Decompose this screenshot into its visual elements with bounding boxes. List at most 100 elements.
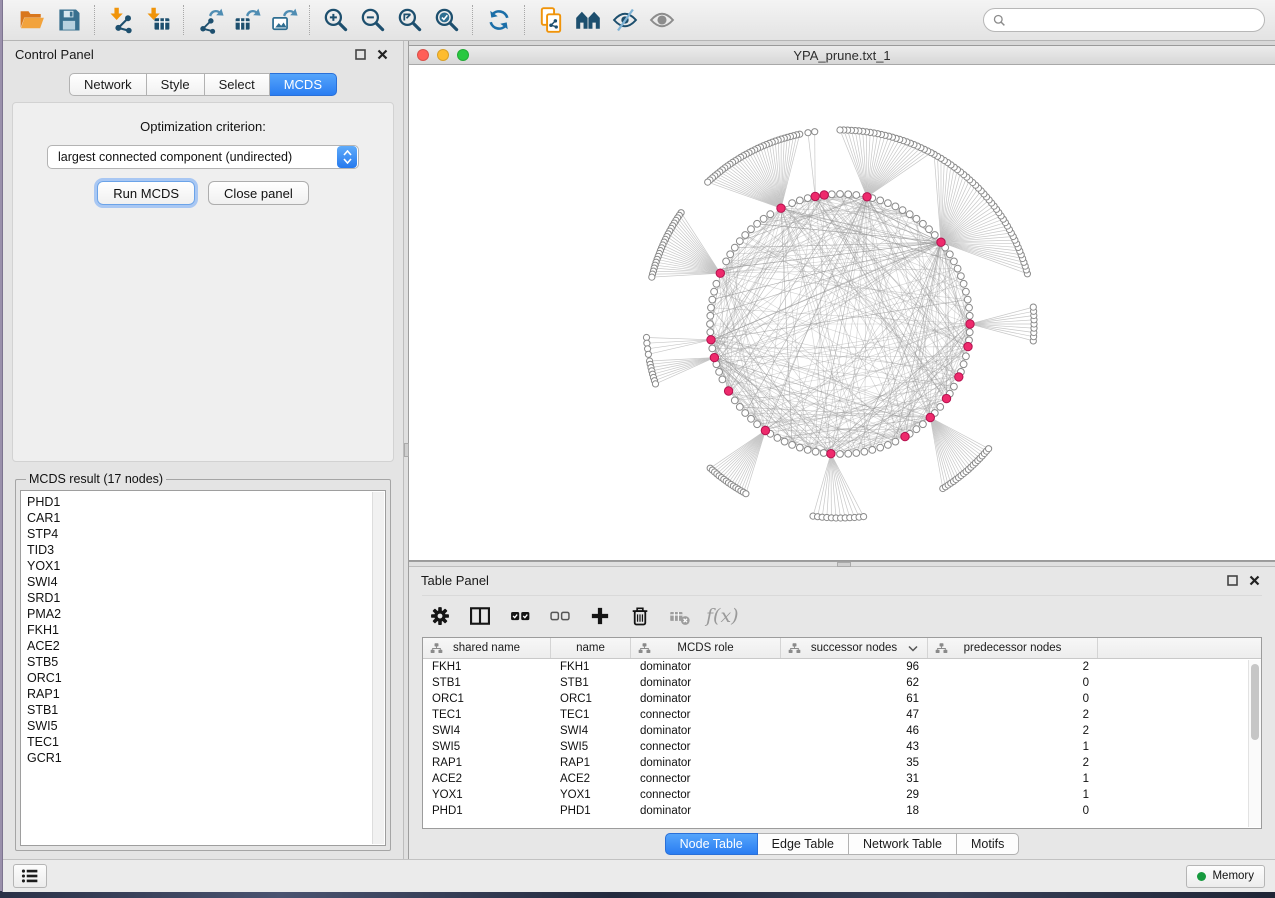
table-row[interactable]: TEC1TEC1connector472 (423, 707, 1261, 723)
splitter-grip[interactable] (837, 562, 851, 567)
network-node[interactable] (645, 351, 651, 357)
network-node[interactable] (869, 447, 876, 454)
network-node[interactable] (885, 200, 892, 207)
network-node[interactable] (774, 435, 781, 442)
mcds-result-item[interactable]: RAP1 (27, 686, 385, 702)
list-scrollbar[interactable] (372, 492, 384, 844)
network-node[interactable] (906, 211, 913, 218)
column-header-MCDS-role[interactable]: MCDS role (631, 638, 781, 658)
mcds-result-item[interactable]: TEC1 (27, 734, 385, 750)
tab-style[interactable]: Style (147, 73, 205, 96)
network-node[interactable] (812, 129, 818, 135)
network-node[interactable] (708, 304, 715, 311)
network-node[interactable] (926, 226, 933, 233)
mcds-result-item[interactable]: TID3 (27, 542, 385, 558)
network-node[interactable] (837, 191, 844, 198)
mcds-result-item[interactable]: FKH1 (27, 622, 385, 638)
network-hub-node[interactable] (820, 191, 828, 199)
delete-table-button[interactable] (662, 600, 697, 632)
run-mcds-button[interactable]: Run MCDS (97, 181, 195, 205)
network-node[interactable] (913, 426, 920, 433)
network-node[interactable] (705, 179, 711, 185)
table-row[interactable]: PHD1PHD1dominator180 (423, 803, 1261, 819)
network-node[interactable] (960, 280, 967, 287)
network-node[interactable] (964, 296, 971, 303)
network-node[interactable] (837, 451, 844, 458)
network-node[interactable] (877, 444, 884, 451)
mcds-result-item[interactable]: GCR1 (27, 750, 385, 766)
table-row[interactable]: STB1STB1dominator620 (423, 675, 1261, 691)
column-header-name[interactable]: name (551, 638, 631, 658)
scrollbar-thumb[interactable] (1251, 664, 1259, 740)
mcds-result-item[interactable]: CAR1 (27, 510, 385, 526)
network-node[interactable] (736, 404, 743, 411)
network-hub-node[interactable] (716, 269, 724, 277)
show-task-history-button[interactable] (13, 864, 47, 888)
table-row[interactable]: SWI5SWI5connector431 (423, 739, 1261, 755)
mcds-result-item[interactable]: STB1 (27, 702, 385, 718)
network-node[interactable] (709, 296, 716, 303)
network-node[interactable] (781, 438, 788, 445)
network-node[interactable] (754, 421, 761, 428)
network-hub-node[interactable] (942, 394, 950, 402)
close-table-panel-button[interactable] (1245, 571, 1263, 589)
column-header-successor-nodes[interactable]: successor nodes (781, 638, 928, 658)
network-node[interactable] (963, 288, 970, 295)
network-node[interactable] (920, 421, 927, 428)
table-row[interactable]: RAP1RAP1dominator352 (423, 755, 1261, 771)
export-image-button[interactable] (265, 3, 302, 37)
mcds-result-item[interactable]: YOX1 (27, 558, 385, 574)
mcds-result-item[interactable]: SWI5 (27, 718, 385, 734)
network-node[interactable] (760, 215, 767, 222)
network-node[interactable] (748, 415, 755, 422)
network-hub-node[interactable] (707, 336, 715, 344)
save-session-button[interactable] (50, 3, 87, 37)
mcds-result-item[interactable]: SWI4 (27, 574, 385, 590)
splitter-grip[interactable] (404, 443, 409, 457)
network-hub-node[interactable] (901, 432, 909, 440)
network-node[interactable] (804, 447, 811, 454)
network-hub-node[interactable] (955, 373, 963, 381)
vertical-splitter[interactable] (403, 41, 409, 859)
network-node[interactable] (892, 203, 899, 210)
close-panel-button-mcds[interactable]: Close panel (208, 181, 309, 205)
memory-button[interactable]: Memory (1186, 865, 1265, 888)
network-node[interactable] (861, 448, 868, 455)
network-node[interactable] (954, 265, 961, 272)
network-node[interactable] (951, 258, 958, 265)
zoom-out-button[interactable] (354, 3, 391, 37)
table-row[interactable]: SWI4SWI4dominator462 (423, 723, 1261, 739)
network-node[interactable] (707, 312, 714, 319)
tab-select[interactable]: Select (205, 73, 270, 96)
network-node[interactable] (966, 304, 973, 311)
network-node[interactable] (789, 200, 796, 207)
network-hub-node[interactable] (937, 238, 945, 246)
network-node[interactable] (652, 381, 658, 387)
network-node[interactable] (963, 353, 970, 360)
network-node[interactable] (736, 238, 743, 245)
show-all-button[interactable] (643, 3, 680, 37)
horizontal-splitter[interactable] (409, 561, 1275, 567)
show-column-panel-button[interactable] (462, 600, 497, 632)
mcds-result-item[interactable]: ACE2 (27, 638, 385, 654)
zoom-selected-button[interactable] (428, 3, 465, 37)
network-node[interactable] (845, 191, 852, 198)
network-node[interactable] (845, 450, 852, 457)
network-node[interactable] (913, 215, 920, 222)
network-node[interactable] (920, 220, 927, 227)
network-node[interactable] (649, 274, 655, 280)
tab-mcds[interactable]: MCDS (270, 73, 337, 96)
table-row[interactable]: ORC1ORC1dominator610 (423, 691, 1261, 707)
table-row[interactable]: ACE2ACE2connector311 (423, 771, 1261, 787)
optimization-select[interactable]: largest connected component (undirected) (47, 145, 359, 169)
network-node[interactable] (709, 345, 716, 352)
network-node[interactable] (796, 197, 803, 204)
network-node[interactable] (960, 361, 967, 368)
mcds-result-item[interactable]: ORC1 (27, 670, 385, 686)
network-node[interactable] (899, 207, 906, 214)
tab-node-table[interactable]: Node Table (665, 833, 758, 855)
network-node[interactable] (877, 197, 884, 204)
network-node[interactable] (711, 288, 718, 295)
network-node[interactable] (946, 251, 953, 258)
column-header-predecessor-nodes[interactable]: predecessor nodes (928, 638, 1098, 658)
